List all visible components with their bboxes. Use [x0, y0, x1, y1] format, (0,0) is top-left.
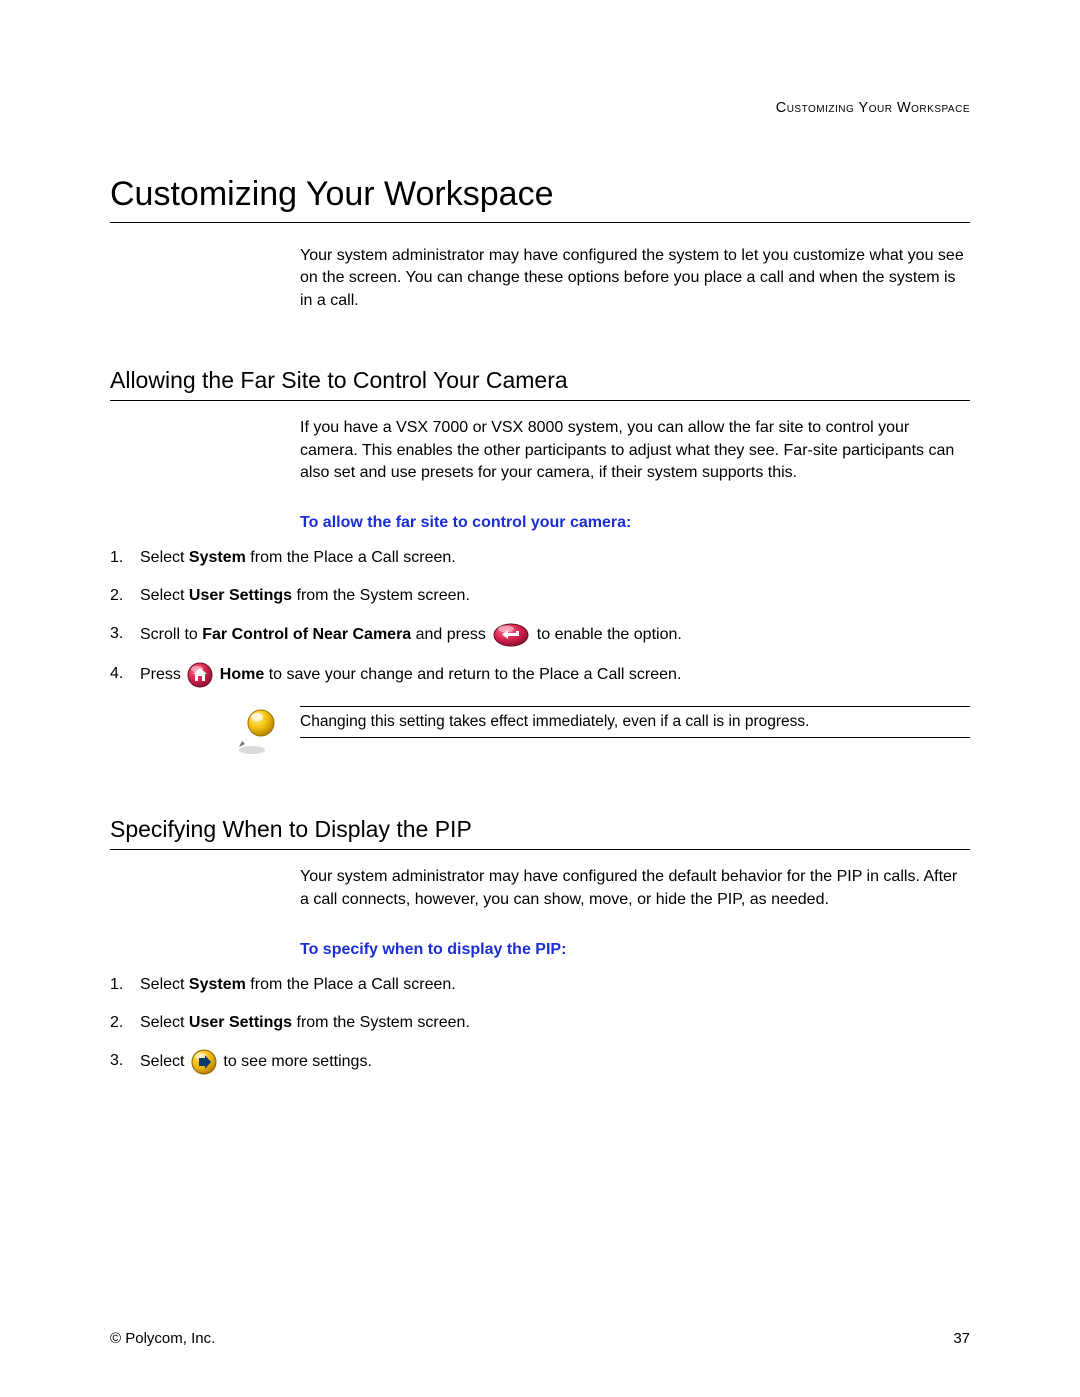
step-number: 1. — [110, 546, 140, 570]
home-button-icon — [187, 662, 213, 688]
step-item: 3. Scroll to Far Control of Near Camera … — [110, 622, 970, 648]
step-text: Select User Settings from the System scr… — [140, 1011, 970, 1035]
step-item: 1. Select System from the Place a Call s… — [110, 546, 970, 570]
step-number: 3. — [110, 1049, 140, 1073]
step-text: Select User Settings from the System scr… — [140, 584, 970, 608]
step-text: Select System from the Place a Call scre… — [140, 546, 970, 570]
step-item: 2. Select User Settings from the System … — [110, 584, 970, 608]
enter-button-icon — [492, 622, 530, 648]
step-item: 1. Select System from the Place a Call s… — [110, 973, 970, 997]
footer-copyright: © Polycom, Inc. — [110, 1330, 215, 1347]
next-arrow-icon — [191, 1049, 217, 1075]
page-footer: © Polycom, Inc. 37 — [110, 1330, 970, 1347]
running-header: Customizing Your Workspace — [776, 100, 970, 116]
step-item: 3. Select — [110, 1049, 970, 1075]
section-heading-pip: Specifying When to Display the PIP — [110, 816, 970, 850]
page-title: Customizing Your Workspace — [110, 175, 970, 223]
step-number: 3. — [110, 622, 140, 646]
task-heading: To allow the far site to control your ca… — [300, 514, 970, 532]
document-page: Customizing Your Workspace Customizing Y… — [0, 0, 1080, 1397]
body-paragraph: If you have a VSX 7000 or VSX 8000 syste… — [300, 417, 970, 484]
step-text: Press — [140, 662, 970, 688]
note-text: Changing this setting takes effect immed… — [300, 706, 970, 738]
step-text: Select System from the Place a Call scre… — [140, 973, 970, 997]
step-number: 1. — [110, 973, 140, 997]
section-heading-far-site: Allowing the Far Site to Control Your Ca… — [110, 367, 970, 401]
step-item: 4. Press — [110, 662, 970, 688]
steps-list: 1. Select System from the Place a Call s… — [110, 973, 970, 1075]
body-paragraph: Your system administrator may have confi… — [300, 866, 970, 911]
task-heading: To specify when to display the PIP: — [300, 941, 970, 959]
step-number: 2. — [110, 584, 140, 608]
step-text: Scroll to Far Control of Near Camera and… — [140, 622, 970, 648]
steps-list: 1. Select System from the Place a Call s… — [110, 546, 970, 688]
intro-paragraph: Your system administrator may have confi… — [300, 245, 970, 312]
note-pin-icon — [230, 706, 280, 761]
footer-page-number: 37 — [953, 1330, 970, 1347]
note-row: Changing this setting takes effect immed… — [110, 706, 970, 761]
step-text: Select — [140, 1049, 970, 1075]
step-number: 2. — [110, 1011, 140, 1035]
step-number: 4. — [110, 662, 140, 686]
step-item: 2. Select User Settings from the System … — [110, 1011, 970, 1035]
